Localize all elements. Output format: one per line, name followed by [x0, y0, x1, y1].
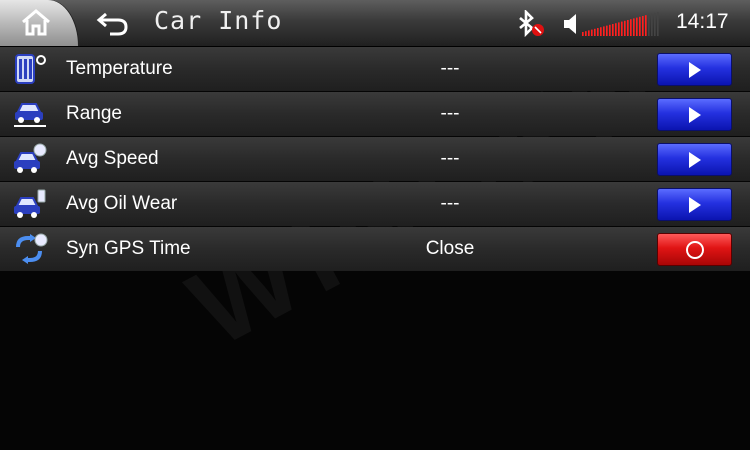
volume-tick: [645, 15, 647, 36]
row-syn-gps-time[interactable]: Syn GPS Time Close: [0, 227, 750, 271]
volume-tick: [606, 25, 608, 36]
volume-tick: [627, 20, 629, 36]
play-arrow-icon: [688, 151, 701, 168]
row-label: Syn GPS Time: [66, 238, 191, 259]
volume-tick: [651, 13, 653, 36]
title-bar: Car Info 14:17: [0, 0, 750, 47]
volume-tick: [603, 26, 605, 36]
temperature-open-button[interactable]: [657, 53, 732, 86]
volume-tick: [636, 17, 638, 36]
volume-tick: [600, 27, 602, 36]
sync-gps-icon: [16, 233, 48, 264]
volume-tick: [621, 21, 623, 36]
row-value: ---: [440, 193, 460, 214]
back-arrow-icon[interactable]: [96, 10, 130, 36]
row-label: Temperature: [66, 58, 173, 79]
volume-tick: [582, 32, 584, 36]
volume-tick: [648, 14, 650, 36]
info-list: Temperature --- Range --- Avg Speed ---: [0, 47, 750, 272]
volume-tick: [588, 30, 590, 36]
volume-tick: [597, 28, 599, 36]
row-label: Range: [66, 103, 122, 124]
car-speed-icon: [14, 143, 47, 173]
circle-toggle-icon: [685, 240, 704, 259]
volume-tick: [591, 29, 593, 36]
range-open-button[interactable]: [657, 98, 732, 131]
row-label: Avg Oil Wear: [66, 193, 178, 214]
volume-tick: [612, 24, 614, 36]
play-arrow-icon: [688, 196, 701, 213]
clock: 14:17: [676, 10, 729, 33]
volume-tick: [630, 19, 632, 36]
row-label: Avg Speed: [66, 148, 159, 169]
volume-tick: [615, 23, 617, 36]
row-value: Close: [425, 238, 475, 259]
row-avg-speed[interactable]: Avg Speed ---: [0, 137, 750, 181]
volume-tick: [633, 18, 635, 36]
avg-oil-wear-open-button[interactable]: [657, 188, 732, 221]
car-range-icon: [14, 103, 46, 127]
volume-tick: [585, 31, 587, 36]
thermometer-icon: [15, 54, 46, 84]
volume-tick: [609, 24, 611, 36]
avg-speed-open-button[interactable]: [657, 143, 732, 176]
volume-level-bar[interactable]: [582, 12, 660, 36]
volume-tick: [657, 12, 659, 36]
volume-tick: [618, 22, 620, 36]
bluetooth-disconnected-icon[interactable]: [516, 10, 546, 38]
volume-tick: [642, 16, 644, 36]
play-arrow-icon: [688, 61, 701, 78]
volume-tick: [654, 12, 656, 36]
row-value: ---: [440, 58, 460, 79]
row-value: ---: [440, 103, 460, 124]
row-range[interactable]: Range ---: [0, 92, 750, 136]
volume-tick: [594, 28, 596, 36]
car-fuel-icon: [14, 189, 46, 218]
syn-gps-time-toggle-button[interactable]: [657, 233, 732, 266]
row-avg-oil-wear[interactable]: Avg Oil Wear ---: [0, 182, 750, 226]
row-temperature[interactable]: Temperature ---: [0, 47, 750, 91]
speaker-icon[interactable]: [562, 12, 578, 36]
row-value: ---: [440, 148, 460, 169]
home-button[interactable]: [0, 0, 78, 46]
play-arrow-icon: [688, 106, 701, 123]
home-icon: [22, 9, 50, 36]
volume-tick: [624, 20, 626, 36]
volume-tick: [639, 16, 641, 36]
page-title: Car Info: [154, 6, 283, 35]
